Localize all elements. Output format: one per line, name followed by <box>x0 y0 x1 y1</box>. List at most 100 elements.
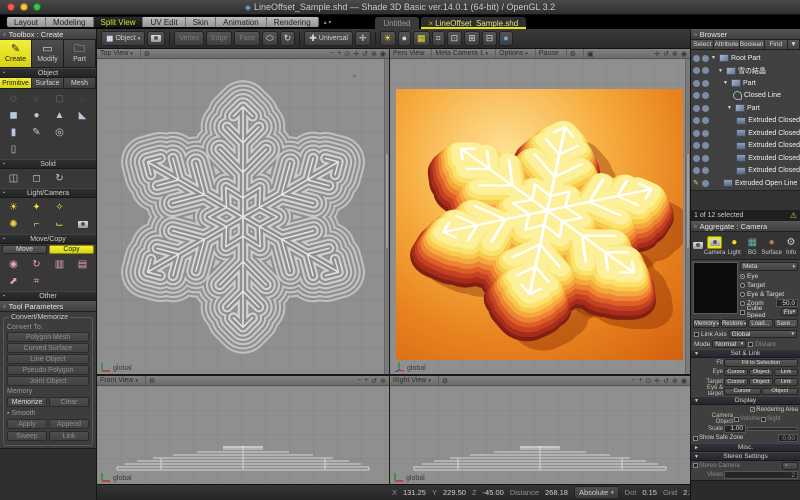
panel-dot-icon[interactable]: ▫ <box>3 30 6 39</box>
camera-tool-icon[interactable] <box>71 216 94 233</box>
right-viewport[interactable]: Right View▾ ⚙ −+⊙✛↺⊕◉ <box>390 376 690 484</box>
tab-bg[interactable]: ▦BG <box>743 236 761 256</box>
visibility-toggle-icon[interactable] <box>702 142 709 149</box>
cube-tool-icon[interactable]: ◼ <box>2 107 25 124</box>
solid-sweep-icon[interactable]: ↻ <box>48 170 71 187</box>
save-button[interactable]: Save... <box>774 319 798 328</box>
light-camera-section-header[interactable]: ▪Light/Camera <box>0 188 96 198</box>
pers-viewport[interactable]: Pers View Meta Camera 1▾ Options▾ Pause … <box>390 49 690 374</box>
target-object-button[interactable]: Object <box>749 378 773 386</box>
link-button[interactable]: Link <box>49 431 89 441</box>
render-toggle-icon[interactable] <box>693 55 700 62</box>
translate-tool-icon[interactable]: ◉ <box>2 256 25 273</box>
pan-icon[interactable]: ✛ <box>654 50 660 58</box>
tab-split-view[interactable]: Split View <box>94 17 144 27</box>
scale-slider[interactable] <box>747 427 798 431</box>
tree-row[interactable]: Extruded Closed <box>691 140 800 153</box>
front-view-canvas[interactable]: global <box>97 386 389 484</box>
solid-cut-icon[interactable]: ◻ <box>25 170 48 187</box>
pers-view-scrollbar[interactable] <box>685 59 690 374</box>
safe-zone-field[interactable]: 0.90 <box>778 434 798 442</box>
doc-tab-untitled[interactable]: Untitled <box>375 17 418 29</box>
object-section-header[interactable]: ▪Object <box>0 68 96 78</box>
wedge-tool-icon[interactable]: ◣ <box>71 107 94 124</box>
views-field[interactable]: 2 <box>724 471 798 479</box>
close-tab-icon[interactable]: × <box>429 19 434 28</box>
target-cursor-button[interactable]: Cursor <box>724 378 748 386</box>
spotlight-tool-icon[interactable]: ✦ <box>25 199 48 216</box>
box-tool-icon[interactable]: ▯ <box>2 141 25 158</box>
universal-manipulator-button[interactable]: ✚Universal <box>304 31 353 46</box>
tab-primitive[interactable]: Primitive <box>0 78 32 88</box>
sweep-button[interactable]: Sweep <box>7 431 47 441</box>
browser-select-button[interactable]: Select <box>691 40 714 49</box>
coordinate-mode-dropdown[interactable]: Absolute▾ <box>574 486 619 499</box>
eye-cursor-button[interactable]: Cursor <box>724 369 748 377</box>
eye-link-button[interactable]: Link <box>774 369 798 377</box>
top-view-canvas[interactable]: + global <box>97 59 389 374</box>
magnify-icon[interactable]: ⊙ <box>645 377 651 385</box>
tree-row[interactable]: Closed Line <box>691 90 800 103</box>
lightbulb-icon[interactable]: ☀ <box>380 31 396 46</box>
render-toggle-icon[interactable] <box>693 67 700 74</box>
eyetarget-object-button[interactable]: Object <box>762 388 799 396</box>
zoom-lens-icon[interactable]: ⊕ <box>380 377 386 385</box>
distant-checkbox[interactable] <box>748 342 753 347</box>
tree-row[interactable]: ▼ 雪の結晶 <box>691 65 800 78</box>
solid-section-header[interactable]: ▪Solid <box>0 159 96 169</box>
pers-view-canvas[interactable]: global <box>390 59 690 374</box>
stereo-camera-checkbox[interactable] <box>693 463 698 468</box>
orbit-icon[interactable]: ↺ <box>663 50 669 58</box>
expand-arrow-icon[interactable]: ▼ <box>711 55 717 61</box>
browser-attribute-button[interactable]: Attribute <box>714 40 739 49</box>
convert-polygon-mesh-button[interactable]: Polygon Mesh <box>7 332 89 342</box>
fit-to-selection-button[interactable]: Fit to Selection <box>724 359 798 367</box>
sphere-preview-icon[interactable]: ● <box>398 31 411 46</box>
panel-dot-icon[interactable]: ▫ <box>694 30 697 39</box>
eye-object-button[interactable]: Object <box>749 369 773 377</box>
convert-curved-surface-button[interactable]: Curved Surface <box>7 343 89 353</box>
tab-rendering[interactable]: Rendering <box>267 17 319 27</box>
pers-view-header[interactable]: Pers View Meta Camera 1▾ Options▾ Pause … <box>390 49 690 59</box>
zoom-lens-icon[interactable]: ⊕ <box>371 50 377 58</box>
panel-dot-icon[interactable]: ▫ <box>694 222 697 231</box>
visibility-toggle-icon[interactable] <box>702 167 709 174</box>
tree-row[interactable]: ▼ Part <box>691 102 800 115</box>
cone-tool-icon[interactable]: ▲ <box>48 107 71 124</box>
axis-icon[interactable]: ✛ <box>355 31 371 46</box>
browser-find-button[interactable]: Find <box>765 40 788 49</box>
modify-mode-button[interactable]: ▭Modify <box>32 40 64 67</box>
chevron-down-icon[interactable]: ▾ <box>130 51 133 57</box>
visibility-toggle-icon[interactable] <box>702 117 709 124</box>
front-view-header[interactable]: Front View▾ ⚙ −+↺⊕ <box>97 376 389 386</box>
other-section-header[interactable]: ▪Other <box>0 291 96 301</box>
sight-checkbox[interactable] <box>761 417 766 422</box>
link-axis-dropdown[interactable]: Global▾ <box>729 330 797 338</box>
gear-icon[interactable]: ⚙ <box>145 376 158 385</box>
uv-grid-icon[interactable]: ▦ <box>413 31 430 46</box>
render-toggle-icon[interactable] <box>693 167 700 174</box>
append-button[interactable]: Append <box>49 419 89 429</box>
tab-skin[interactable]: Skin <box>186 17 217 27</box>
expand-arrow-icon[interactable]: ▼ <box>723 80 729 86</box>
copy-button[interactable]: Copy <box>49 245 94 254</box>
scale-field[interactable]: 1.00 <box>724 425 746 433</box>
options-menu[interactable]: Options▾ <box>495 49 531 58</box>
wireframe-grid-icon[interactable]: ⌗ <box>432 31 445 46</box>
move-copy-section-header[interactable]: ▪Move/Copy <box>0 234 96 244</box>
scale-tool-icon[interactable]: ▥ <box>48 256 71 273</box>
gear-icon[interactable]: ⚙ <box>566 49 579 58</box>
object-mode-button[interactable]: ◼Object▾ <box>101 31 145 46</box>
edge-mode-button[interactable]: Edge <box>206 31 232 46</box>
desklamp-tool-icon[interactable]: ⌙ <box>48 216 71 233</box>
render-toggle-icon[interactable] <box>693 142 700 149</box>
tab-surface[interactable]: ●Surface <box>761 236 782 256</box>
array-tool-icon[interactable]: ⌗ <box>25 273 48 290</box>
set-link-section-header[interactable]: ▼Set & Link <box>691 349 800 358</box>
stereo-section-header[interactable]: ▼Stereo Settings <box>691 452 800 461</box>
target-radio[interactable]: Target <box>740 281 798 289</box>
zoom-window-icon[interactable] <box>33 3 41 11</box>
tab-animation[interactable]: Animation <box>216 17 267 27</box>
shear-tool-icon[interactable]: ⬈ <box>2 273 25 290</box>
warning-icon[interactable]: ⚠ <box>790 211 797 220</box>
